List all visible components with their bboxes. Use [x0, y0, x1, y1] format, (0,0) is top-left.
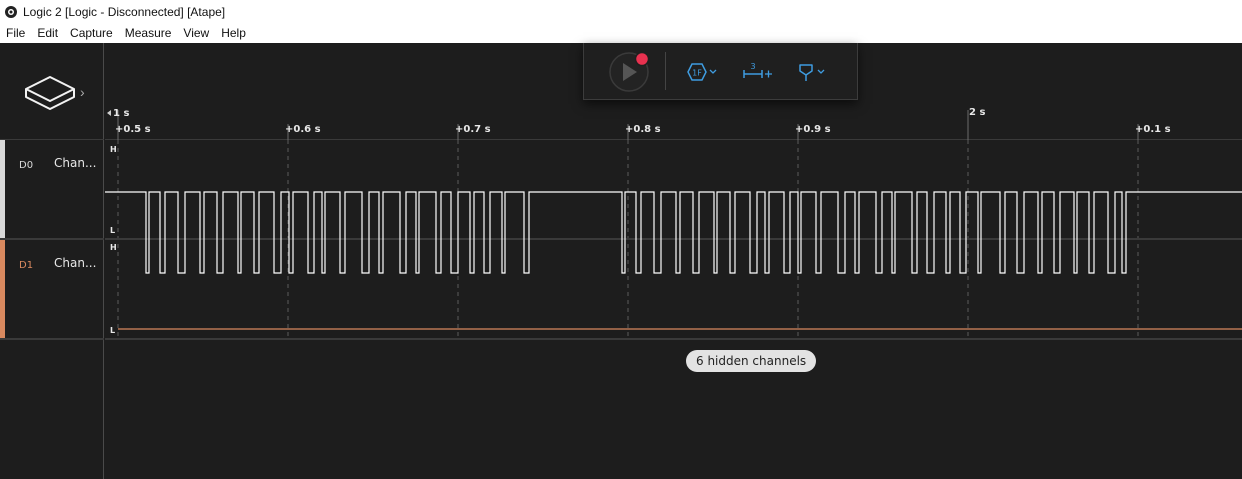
channel-name-d0[interactable]: Chan... [54, 156, 96, 170]
window-titlebar: Logic 2 [Logic - Disconnected] [Atape] [0, 0, 1242, 23]
waveform-area[interactable]: H L H L [105, 140, 1242, 479]
record-button[interactable] [604, 47, 664, 97]
channel-id-d1: D1 [19, 260, 34, 271]
menu-view[interactable]: View [177, 23, 215, 43]
chevron-right-icon[interactable]: › [80, 84, 85, 100]
menu-help[interactable]: Help [215, 23, 252, 43]
d1-level-labels: H L [110, 243, 117, 335]
time-tick-label: +0.8 s [625, 124, 661, 135]
d1-high-label: H [110, 243, 117, 252]
hidden-channels-badge[interactable]: 6 hidden channels [686, 350, 817, 372]
channel-id-d0: D0 [19, 160, 34, 171]
time-tick-label: +0.9 s [795, 124, 831, 135]
d1-low-label: L [110, 326, 115, 335]
trigger-settings-button[interactable]: 1F [684, 60, 724, 84]
channel-name-d1[interactable]: Chan... [54, 256, 96, 270]
time-major-2s: 2 s [969, 107, 986, 118]
menu-measure[interactable]: Measure [119, 23, 178, 43]
logic-app-icon [5, 5, 17, 18]
channel-color-stripe [0, 240, 5, 338]
time-tick-label: +0.1 s [1135, 124, 1171, 135]
time-tick-label: +0.7 s [455, 124, 491, 135]
menu-edit[interactable]: Edit [31, 23, 64, 43]
time-ruler[interactable]: 1 s 2 s +0.5 s +0.6 s +0.7 s +0.8 s +0.9… [105, 100, 1242, 140]
marker-button[interactable] [796, 60, 830, 84]
d0-level-labels: H L [110, 145, 117, 235]
logic-device-icon[interactable] [24, 73, 76, 113]
time-tick-label: +0.5 s [115, 124, 151, 135]
svg-text:1F: 1F [692, 69, 702, 78]
channel-row-d1[interactable]: D1 Chan... [0, 240, 104, 340]
channel-sidebar: › D0 Chan... D1 Chan... [0, 43, 104, 479]
toolbar-divider [665, 52, 666, 90]
menu-bar: File Edit Capture Measure View Help [0, 23, 1242, 43]
menu-capture[interactable]: Capture [64, 23, 119, 43]
main-app-area: › D0 Chan... D1 Chan... 1 s 2 s +0.5 s +… [0, 43, 1242, 479]
time-major-1s: 1 s [113, 108, 130, 119]
time-ruler-ticks [107, 110, 1139, 140]
d0-high-label: H [110, 145, 117, 154]
window-title: Logic 2 [Logic - Disconnected] [Atape] [23, 4, 226, 19]
d0-low-label: L [110, 226, 115, 235]
svg-text:3: 3 [750, 62, 755, 71]
capture-toolbar: 1F 3 [583, 43, 858, 100]
time-tick-label: +0.6 s [285, 124, 321, 135]
d0-signal-trace [105, 191, 1242, 274]
scroll-left-marker [107, 110, 111, 116]
add-measurement-button[interactable]: 3 [741, 60, 777, 84]
device-panel[interactable]: › [0, 43, 104, 140]
menu-file[interactable]: File [0, 23, 31, 43]
channel-color-stripe [0, 140, 5, 238]
channel-row-d0[interactable]: D0 Chan... [0, 140, 104, 240]
